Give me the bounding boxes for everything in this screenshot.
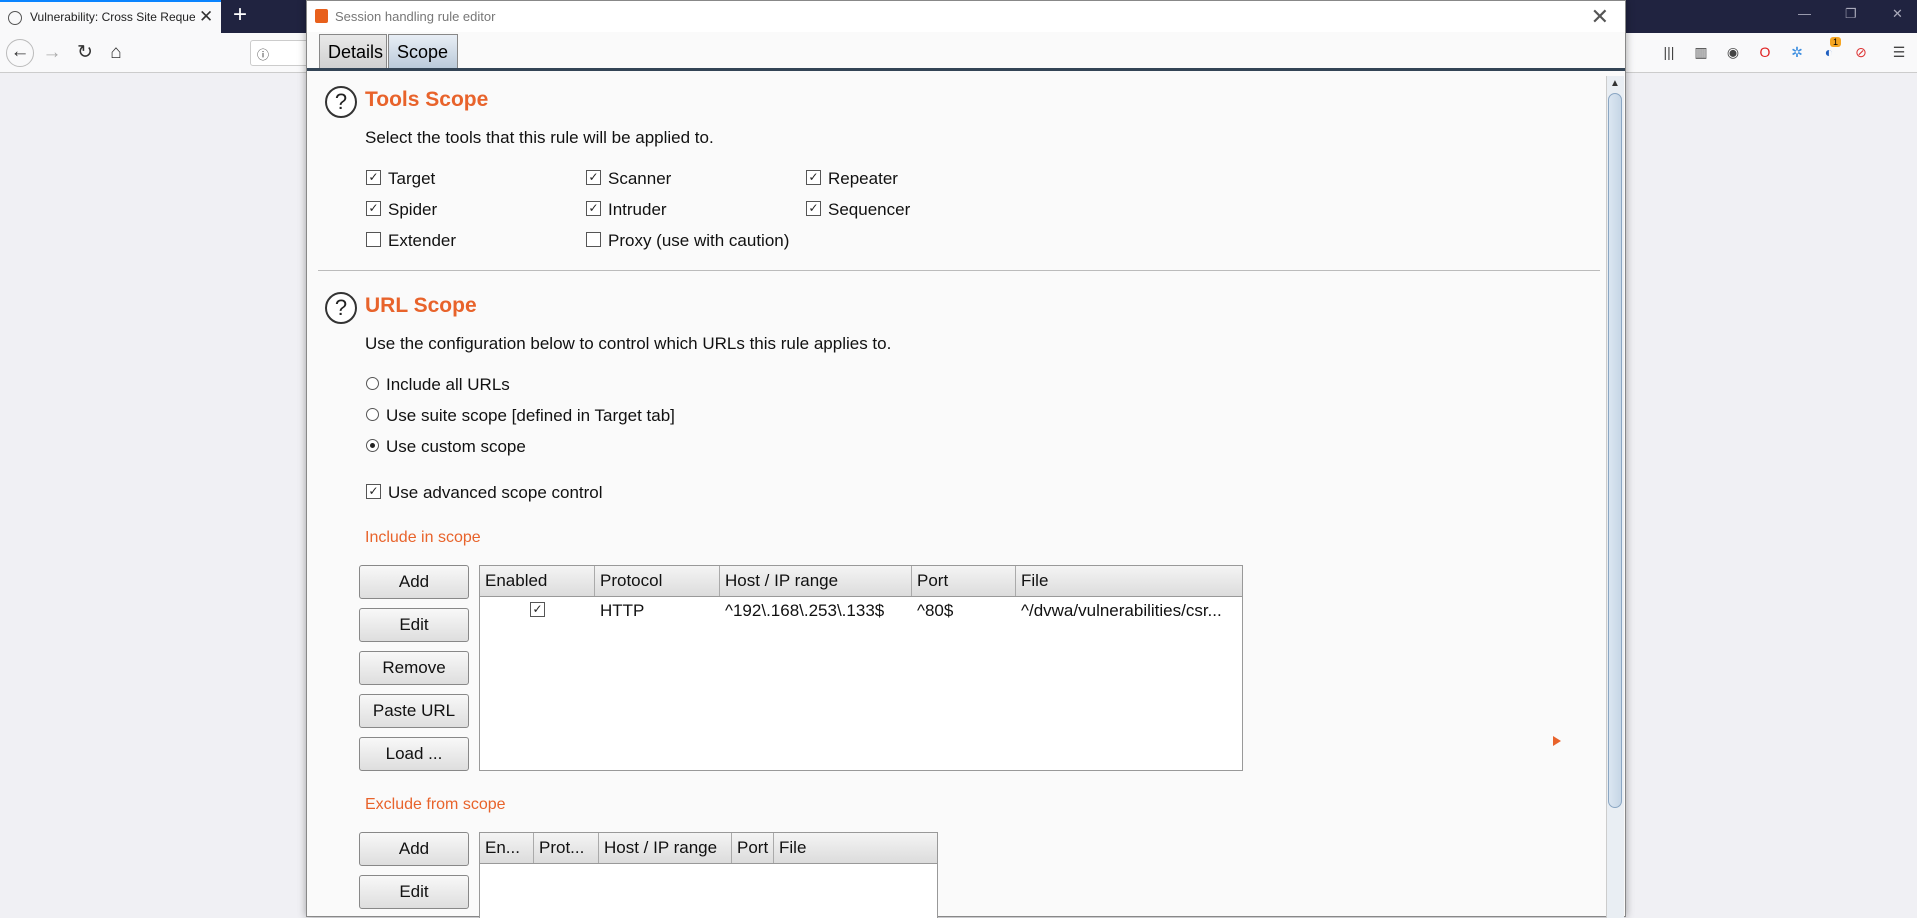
burp-app-icon bbox=[315, 9, 328, 23]
column-header[interactable]: File bbox=[1016, 566, 1242, 596]
menu-icon[interactable]: ☰ bbox=[1890, 43, 1908, 61]
tab-details[interactable]: Details bbox=[319, 34, 387, 70]
column-header[interactable]: Enabled bbox=[480, 566, 595, 596]
include-add-button[interactable]: Add bbox=[359, 565, 469, 599]
back-button[interactable]: ← bbox=[6, 39, 34, 67]
tool-target-checkbox[interactable]: ✓ Target bbox=[366, 169, 435, 191]
exclude-from-scope-label: Exclude from scope bbox=[365, 796, 506, 813]
checkbox-icon: ✓ bbox=[366, 484, 381, 500]
table-header: En... Prot... Host / IP range Port File bbox=[480, 833, 937, 864]
table-header: Enabled Protocol Host / IP range Port Fi… bbox=[480, 566, 1242, 597]
radio-icon bbox=[366, 408, 379, 422]
reload-button[interactable]: ↻ bbox=[73, 41, 97, 65]
table-cell-host: ^192\.168\.253\.133$ bbox=[725, 601, 885, 620]
exclude-edit-button[interactable]: Edit bbox=[359, 875, 469, 909]
column-header[interactable]: Port bbox=[732, 833, 774, 863]
checkbox-icon: ✓ bbox=[806, 201, 821, 217]
checkbox-icon: ✓ bbox=[366, 201, 381, 217]
column-header[interactable]: Port bbox=[912, 566, 1016, 596]
include-scope-table[interactable]: Enabled Protocol Host / IP range Port Fi… bbox=[479, 565, 1243, 771]
close-window-icon[interactable]: ✕ bbox=[1892, 6, 1903, 22]
forward-button[interactable]: → bbox=[40, 41, 64, 65]
restore-window-icon[interactable]: ❐ bbox=[1845, 6, 1857, 22]
tool-scanner-checkbox[interactable]: ✓ Scanner bbox=[586, 169, 671, 191]
sidebar-icon[interactable]: ▥ bbox=[1692, 43, 1710, 61]
dialog-title: Session handling rule editor bbox=[335, 9, 496, 24]
new-tab-button[interactable]: + bbox=[233, 1, 247, 29]
tools-scope-title: Tools Scope bbox=[365, 88, 489, 111]
dialog-close-button[interactable]: ✕ bbox=[1591, 4, 1609, 30]
column-header[interactable]: Host / IP range bbox=[720, 566, 912, 596]
advanced-scope-checkbox[interactable]: ✓ Use advanced scope control bbox=[366, 483, 603, 505]
account-icon[interactable]: ◉ bbox=[1724, 43, 1742, 61]
browser-tab-title: Vulnerability: Cross Site Request Forger… bbox=[30, 10, 195, 24]
scrollbar-thumb[interactable] bbox=[1608, 93, 1622, 808]
close-tab-icon[interactable]: ✕ bbox=[199, 7, 213, 27]
tools-scope-help-icon[interactable]: ? bbox=[325, 86, 357, 118]
section-divider bbox=[318, 270, 1600, 271]
browser-tab[interactable]: Vulnerability: Cross Site Request Forger… bbox=[0, 0, 221, 33]
bug-extension-icon[interactable]: ✲ bbox=[1788, 43, 1806, 61]
table-cell-protocol: HTTP bbox=[600, 601, 645, 620]
tab-underline bbox=[307, 68, 1625, 71]
expand-arrow-icon[interactable] bbox=[1553, 736, 1561, 746]
column-header[interactable]: En... bbox=[480, 833, 534, 863]
column-header[interactable]: Prot... bbox=[534, 833, 599, 863]
tool-proxy-checkbox[interactable]: Proxy (use with caution) bbox=[586, 231, 789, 253]
column-header[interactable]: Protocol bbox=[595, 566, 720, 596]
checkbox-icon: ✓ bbox=[530, 602, 545, 618]
url-scope-help-icon[interactable]: ? bbox=[325, 292, 357, 324]
include-in-scope-label: Include in scope bbox=[365, 529, 481, 546]
dialog-titlebar: Session handling rule editor ✕ bbox=[307, 1, 1625, 32]
scroll-up-icon[interactable]: ▲ bbox=[1610, 78, 1620, 89]
exclude-add-button[interactable]: Add bbox=[359, 832, 469, 866]
include-load-button[interactable]: Load ... bbox=[359, 737, 469, 771]
table-cell-file: ^/dvwa/vulnerabilities/csr... bbox=[1021, 601, 1222, 620]
opera-extension-icon[interactable]: O bbox=[1756, 43, 1774, 61]
use-custom-scope-radio[interactable]: Use custom scope bbox=[366, 437, 526, 459]
url-bar[interactable]: ⓘ bbox=[250, 40, 310, 66]
radio-icon bbox=[366, 377, 379, 391]
extension-badge: 1 bbox=[1830, 37, 1842, 47]
site-favicon-icon bbox=[8, 11, 22, 25]
table-cell-enabled[interactable]: ✓ bbox=[480, 597, 595, 625]
radio-selected-icon bbox=[366, 439, 379, 453]
tool-extender-checkbox[interactable]: Extender bbox=[366, 231, 456, 253]
include-all-urls-radio[interactable]: Include all URLs bbox=[366, 375, 510, 397]
include-paste-url-button[interactable]: Paste URL bbox=[359, 694, 469, 728]
session-rule-editor-dialog: Session handling rule editor ✕ Details S… bbox=[306, 0, 1626, 918]
checkbox-icon bbox=[586, 232, 601, 248]
blocker-extension-icon[interactable]: ⊘ bbox=[1852, 43, 1870, 61]
tool-sequencer-checkbox[interactable]: ✓ Sequencer bbox=[806, 200, 910, 222]
include-edit-button[interactable]: Edit bbox=[359, 608, 469, 642]
table-cell-port: ^80$ bbox=[917, 601, 954, 620]
url-scope-title: URL Scope bbox=[365, 294, 477, 317]
tools-scope-description: Select the tools that this rule will be … bbox=[365, 128, 714, 147]
exclude-scope-table[interactable]: En... Prot... Host / IP range Port File bbox=[479, 832, 938, 918]
include-remove-button[interactable]: Remove bbox=[359, 651, 469, 685]
tool-spider-checkbox[interactable]: ✓ Spider bbox=[366, 200, 437, 222]
checkbox-icon: ✓ bbox=[586, 201, 601, 217]
tool-intruder-checkbox[interactable]: ✓ Intruder bbox=[586, 200, 667, 222]
home-button[interactable]: ⌂ bbox=[104, 41, 128, 65]
vertical-scrollbar[interactable]: ▲ bbox=[1606, 76, 1624, 918]
checkbox-icon: ✓ bbox=[366, 170, 381, 186]
scope-panel: ? Tools Scope Select the tools that this… bbox=[318, 76, 1600, 918]
minimize-window-icon[interactable]: — bbox=[1798, 6, 1811, 21]
checkbox-icon: ✓ bbox=[586, 170, 601, 186]
column-header[interactable]: File bbox=[774, 833, 937, 863]
tab-scope[interactable]: Scope bbox=[388, 34, 458, 70]
tool-repeater-checkbox[interactable]: ✓ Repeater bbox=[806, 169, 898, 191]
use-suite-scope-radio[interactable]: Use suite scope [defined in Target tab] bbox=[366, 406, 675, 428]
checkbox-icon: ✓ bbox=[806, 170, 821, 186]
url-scope-description: Use the configuration below to control w… bbox=[365, 334, 892, 353]
library-icon[interactable]: ||| bbox=[1660, 43, 1678, 61]
column-header[interactable]: Host / IP range bbox=[599, 833, 732, 863]
checkbox-icon bbox=[366, 232, 381, 248]
